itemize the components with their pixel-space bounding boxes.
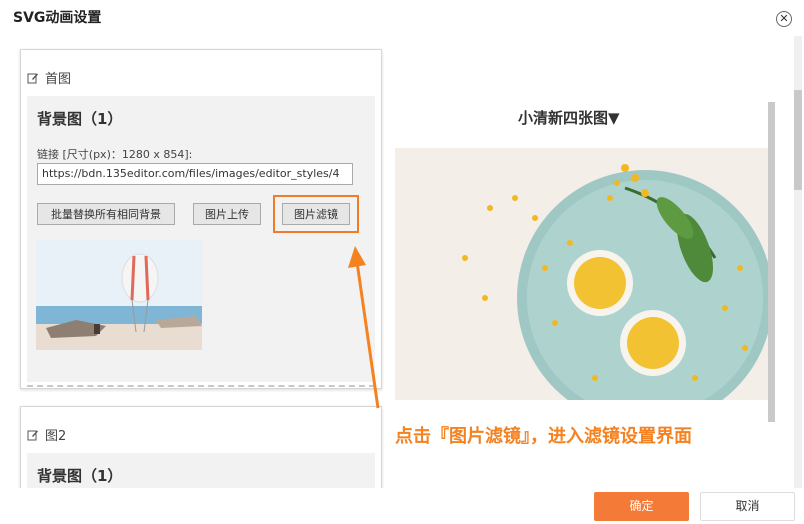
confirm-button[interactable]: 确定 xyxy=(594,492,689,521)
preview-image xyxy=(395,148,769,400)
card-heading: 首图 xyxy=(27,68,71,88)
dialog-scrollbar-thumb[interactable] xyxy=(794,90,802,190)
image-upload-button[interactable]: 图片上传 xyxy=(193,203,261,225)
edit-icon[interactable] xyxy=(27,429,39,441)
link-label: 链接 [尺寸(px)：1280 x 854]: xyxy=(37,148,193,161)
annotation-text: 点击『图片滤镜』，进入滤镜设置界面 xyxy=(395,426,692,447)
url-input[interactable]: https://bdn.135editor.com/files/images/e… xyxy=(37,163,353,185)
batch-replace-button[interactable]: 批量替换所有相同背景 xyxy=(37,203,175,225)
cancel-button[interactable]: 取消 xyxy=(700,492,795,521)
background-thumbnail xyxy=(36,240,202,350)
panel-title: 背景图（1） xyxy=(37,110,123,128)
slide-card-2: 图2 背景图（1） xyxy=(20,406,382,488)
close-icon[interactable]: ✕ xyxy=(776,11,792,27)
settings-list[interactable]: 首图 背景图（1） 链接 [尺寸(px)：1280 x 854]: https:… xyxy=(0,36,388,488)
card-heading: 图2 xyxy=(27,425,66,445)
filter-button-highlight xyxy=(273,195,359,233)
preview-scrollbar[interactable] xyxy=(768,102,775,422)
card-divider xyxy=(27,385,375,387)
preview-template-selector[interactable]: 小清新四张图▼ xyxy=(518,107,620,128)
background-panel: 背景图（1） 链接 [尺寸(px)：1280 x 854]: https://b… xyxy=(27,96,375,382)
background-panel: 背景图（1） xyxy=(27,453,375,488)
dialog-title: SVG动画设置 xyxy=(13,10,102,26)
panel-title: 背景图（1） xyxy=(37,467,123,485)
card-heading-label: 图2 xyxy=(45,429,67,444)
card-heading-label: 首图 xyxy=(45,72,72,87)
edit-icon[interactable] xyxy=(27,72,39,84)
